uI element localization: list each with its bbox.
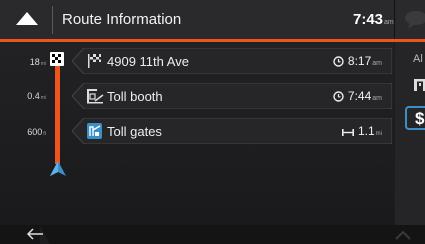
message-bubble-icon[interactable] (402, 10, 425, 30)
route-progress-line (55, 66, 60, 164)
collapse-up-icon[interactable] (14, 9, 40, 29)
route-item-label: Toll booth (107, 89, 163, 104)
right-side-panel (395, 42, 425, 244)
route-item-toll-booth[interactable]: Toll booth 7:44am (72, 83, 392, 109)
clock-suffix: am (384, 19, 394, 26)
distance-label: 0.4mi (27, 91, 46, 101)
road-icon (414, 79, 425, 91)
header-side-divider (394, 0, 395, 39)
section-length: 1.1mi (341, 124, 382, 138)
toll-booth-icon (87, 89, 104, 104)
destination-flag-icon (50, 52, 64, 66)
clock-icon (333, 56, 344, 67)
right-panel-text: Al (413, 53, 423, 65)
clock-icon (333, 91, 344, 102)
eta: 8:17am (333, 54, 382, 68)
header-divider (52, 6, 53, 34)
route-item-destination[interactable]: 4909 11th Ave 8:17am (72, 48, 392, 74)
route-item-label: Toll gates (107, 124, 162, 139)
toll-gates-icon (87, 123, 102, 139)
distance-label: 18mi (29, 57, 46, 67)
clock-time: 7:43 (353, 11, 384, 28)
route-item-label: 4909 11th Ave (107, 54, 189, 69)
length-icon (341, 129, 354, 136)
clock: 7:43am (353, 11, 394, 28)
checkered-flag-icon (88, 54, 101, 68)
route-information-screen: Route Information 7:43am 18mi 0.4mi 600f… (0, 0, 425, 244)
eta: 7:44am (333, 89, 382, 103)
route-item-toll-gates[interactable]: Toll gates 1.1mi (72, 118, 392, 144)
back-arrow-icon[interactable] (25, 227, 45, 241)
current-position-arrow-icon (50, 161, 66, 176)
avoid-tolls-button[interactable]: $ (405, 106, 425, 130)
page-title: Route Information (62, 11, 182, 28)
footer-bar (0, 225, 425, 244)
distance-label: 600ft (27, 127, 46, 137)
chevron-up-icon[interactable] (393, 229, 413, 241)
